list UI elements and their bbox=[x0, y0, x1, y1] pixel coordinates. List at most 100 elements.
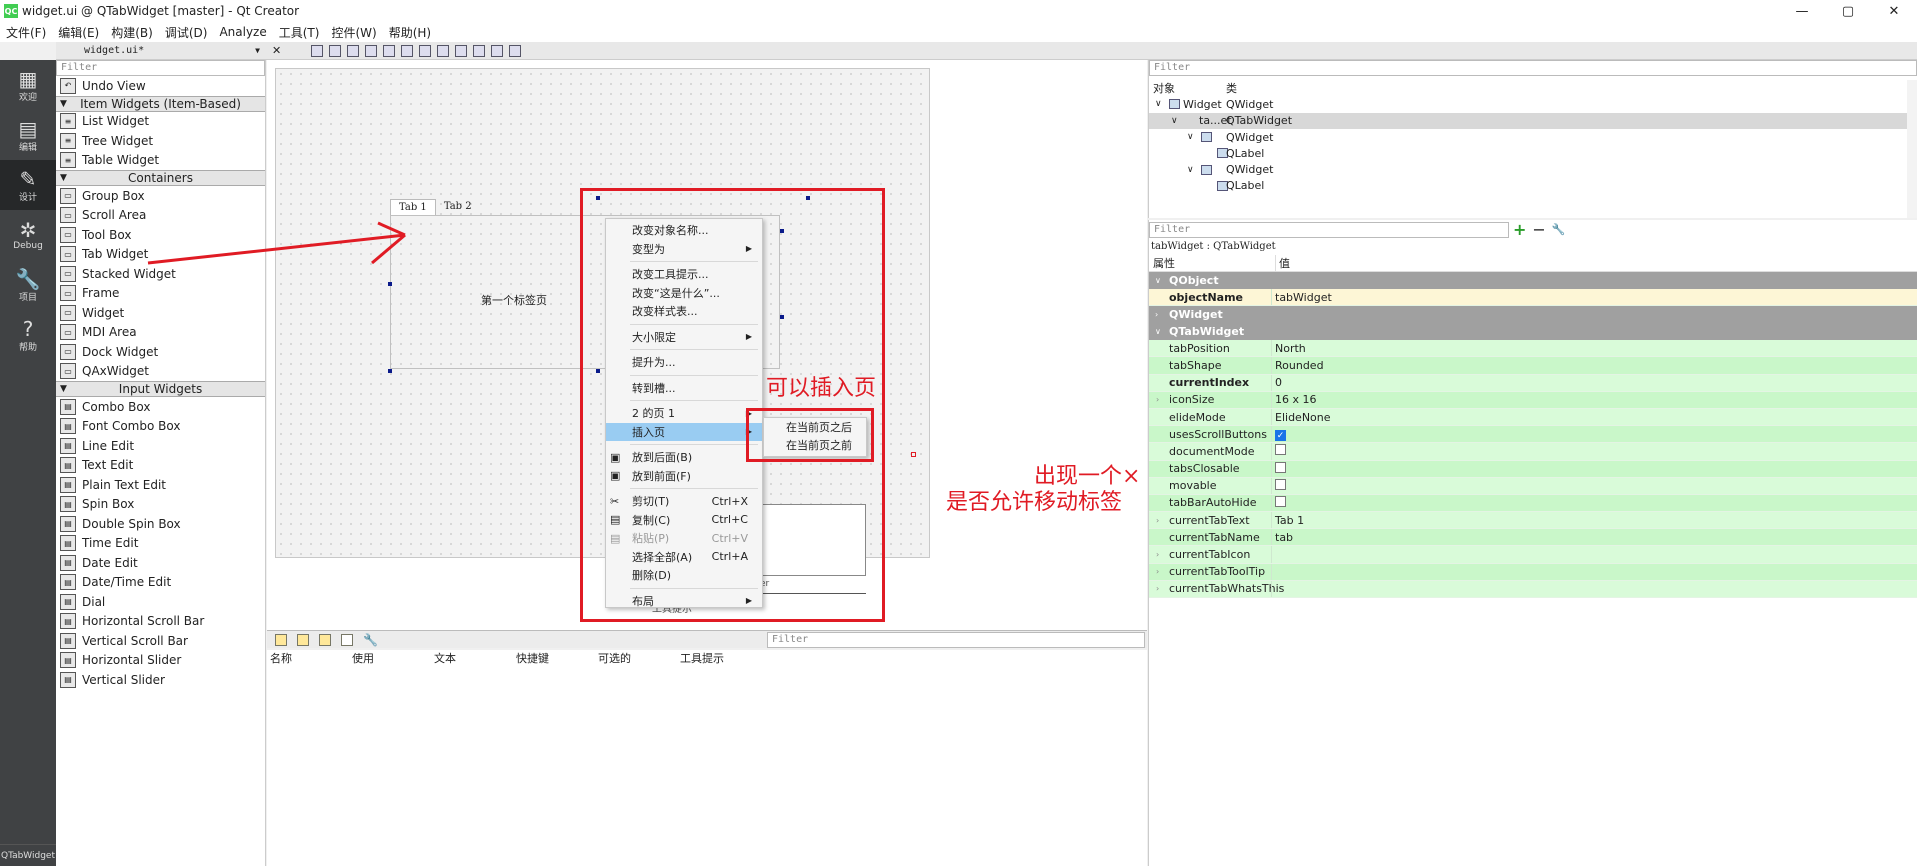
widget-box-item[interactable]: ▭ MDI Area bbox=[56, 323, 265, 343]
widget-box-item[interactable]: ▭ QAxWidget bbox=[56, 362, 265, 382]
property-row-documentMode[interactable]: documentMode bbox=[1149, 443, 1917, 461]
selection-handle[interactable] bbox=[388, 282, 392, 286]
property-row-currentIndex[interactable]: currentIndex 0 bbox=[1149, 374, 1917, 392]
action-column-header[interactable]: 可选的 bbox=[595, 650, 677, 666]
minimize-button[interactable]: — bbox=[1779, 0, 1825, 22]
object-tree-row[interactable]: QLabel bbox=[1149, 145, 1917, 161]
widget-box-item[interactable]: ▤ Line Edit bbox=[56, 436, 265, 456]
property-row-movable[interactable]: movable bbox=[1149, 477, 1917, 495]
property-value[interactable]: North bbox=[1275, 342, 1306, 355]
layout-form-icon[interactable] bbox=[455, 44, 468, 57]
widget-box-item[interactable]: ▭ Dock Widget bbox=[56, 342, 265, 362]
widget-box-item[interactable]: ≡ Tree Widget bbox=[56, 131, 265, 151]
mode-4[interactable]: ✲ Debug bbox=[0, 210, 56, 260]
widget-box-item[interactable]: ▤ Font Combo Box bbox=[56, 417, 265, 437]
checkbox[interactable] bbox=[1275, 461, 1286, 473]
chevron-down-icon[interactable]: ∨ bbox=[1155, 99, 1162, 109]
widget-category[interactable]: ▼ Containers bbox=[56, 170, 265, 186]
object-filter-input[interactable]: Filter bbox=[1149, 60, 1917, 76]
adjust-size-icon[interactable] bbox=[509, 44, 522, 57]
close-window-button[interactable]: ✕ bbox=[1871, 0, 1917, 22]
object-tree-row[interactable]: ∨ ta...et QTabWidget bbox=[1149, 112, 1917, 129]
widget-box-item[interactable]: ▤ Spin Box bbox=[56, 495, 265, 515]
widget-category[interactable]: ▼ Item Widgets (Item-Based) bbox=[56, 95, 265, 112]
layout-grid-icon[interactable] bbox=[473, 44, 486, 57]
property-filter-input[interactable]: Filter bbox=[1149, 221, 1509, 238]
menu-item[interactable]: 工具(T) bbox=[273, 24, 326, 41]
property-group[interactable]: ∨ QObject bbox=[1149, 272, 1917, 289]
property-value[interactable]: 16 x 16 bbox=[1275, 393, 1317, 406]
action-column-header[interactable]: 快捷键 bbox=[513, 650, 595, 666]
property-value[interactable]: tab bbox=[1275, 531, 1293, 544]
checkbox[interactable]: ✓ bbox=[1275, 429, 1286, 441]
layout-splitter-h-icon[interactable] bbox=[419, 44, 432, 57]
widget-box-item[interactable]: ▤ Vertical Scroll Bar bbox=[56, 631, 265, 651]
chevron-down-icon[interactable]: ∨ bbox=[1187, 165, 1194, 175]
edit-tab-order-icon[interactable] bbox=[365, 44, 378, 57]
maximize-button[interactable]: ▢ bbox=[1825, 0, 1871, 22]
chevron-down-icon[interactable]: ∨ bbox=[1187, 132, 1194, 142]
object-tree-row[interactable]: QLabel bbox=[1149, 178, 1917, 194]
chevron-right-icon[interactable]: › bbox=[1156, 395, 1159, 404]
widget-box-item[interactable]: ▭ Widget bbox=[56, 303, 265, 323]
checkbox[interactable] bbox=[1275, 495, 1286, 507]
widget-box-item[interactable]: ▤ Time Edit bbox=[56, 534, 265, 554]
mode-1[interactable]: ▦ 欢迎 bbox=[0, 60, 56, 110]
widget-box-item[interactable]: ▤ Date Edit bbox=[56, 553, 265, 573]
paste-action-icon[interactable] bbox=[319, 633, 331, 646]
property-row-tabBarAutoHide[interactable]: tabBarAutoHide bbox=[1149, 494, 1917, 513]
edit-widgets-icon[interactable] bbox=[311, 44, 324, 57]
widget-box-item[interactable]: ▭ Frame bbox=[56, 284, 265, 304]
copy-action-icon[interactable] bbox=[297, 633, 309, 646]
delete-action-icon[interactable] bbox=[341, 633, 353, 646]
widget-box-item[interactable]: ▤ Double Spin Box bbox=[56, 514, 265, 534]
widget-box-item[interactable]: ▭ Group Box bbox=[56, 186, 265, 206]
property-value[interactable]: Rounded bbox=[1275, 359, 1324, 372]
wrench-icon[interactable]: 🔧 bbox=[363, 633, 378, 647]
property-row-currentTabText[interactable]: › currentTabText Tab 1 bbox=[1149, 512, 1917, 530]
widget-box-item[interactable]: ↶ Undo View bbox=[56, 76, 265, 96]
menu-item[interactable]: 调试(D) bbox=[159, 24, 214, 41]
tab-2[interactable]: Tab 2 bbox=[436, 199, 480, 215]
tab-1[interactable]: Tab 1 bbox=[390, 199, 436, 215]
object-scrollbar[interactable] bbox=[1907, 80, 1917, 218]
chevron-right-icon[interactable]: › bbox=[1156, 516, 1159, 525]
new-action-icon[interactable] bbox=[275, 633, 287, 646]
object-tree-row[interactable]: ∨ QWidget bbox=[1149, 129, 1917, 145]
property-row-elideMode[interactable]: elideMode ElideNone bbox=[1149, 408, 1917, 427]
remove-property-icon[interactable]: − bbox=[1532, 220, 1545, 239]
menu-item[interactable]: 控件(W) bbox=[325, 24, 382, 41]
action-filter-input[interactable]: Filter bbox=[767, 632, 1145, 648]
property-row-currentTabToolTip[interactable]: › currentTabToolTip bbox=[1149, 563, 1917, 581]
widget-box-item[interactable]: ▤ Plain Text Edit bbox=[56, 475, 265, 495]
property-row-currentTabName[interactable]: currentTabName tab bbox=[1149, 529, 1917, 547]
layout-horizontal-icon[interactable] bbox=[383, 44, 396, 57]
action-column-header[interactable]: 工具提示 bbox=[677, 650, 759, 666]
property-row-objectName[interactable]: objectName tabWidget bbox=[1149, 289, 1917, 307]
object-tree-row[interactable]: ∨ Widget QWidget bbox=[1149, 96, 1917, 112]
edit-signals-icon[interactable] bbox=[329, 44, 342, 57]
checkbox[interactable] bbox=[1275, 444, 1286, 456]
layout-splitter-v-icon[interactable] bbox=[437, 44, 450, 57]
widget-box-item[interactable]: ≡ Table Widget bbox=[56, 151, 265, 171]
chevron-right-icon[interactable]: › bbox=[1156, 550, 1159, 559]
menu-item[interactable]: 帮助(H) bbox=[383, 24, 437, 41]
property-value[interactable]: tabWidget bbox=[1275, 291, 1332, 304]
widget-box-item[interactable]: ▤ Date/Time Edit bbox=[56, 573, 265, 593]
property-row-currentTabWhatsThis[interactable]: › currentTabWhatsThis bbox=[1149, 580, 1917, 598]
close-document-button[interactable]: ✕ bbox=[272, 44, 281, 57]
add-property-icon[interactable]: + bbox=[1513, 220, 1526, 239]
widget-box-item[interactable]: ▤ Dial bbox=[56, 592, 265, 612]
form-resize-handle[interactable] bbox=[911, 452, 916, 457]
property-row-tabsClosable[interactable]: tabsClosable bbox=[1149, 460, 1917, 478]
action-column-header[interactable]: 使用 bbox=[349, 650, 431, 666]
menu-item[interactable]: 文件(F) bbox=[0, 24, 52, 41]
checkbox[interactable] bbox=[1275, 478, 1286, 490]
mode-6[interactable]: ? 帮助 bbox=[0, 310, 56, 360]
mode-2[interactable]: ▤ 编辑 bbox=[0, 110, 56, 160]
edit-buddies-icon[interactable] bbox=[347, 44, 360, 57]
widget-filter-input[interactable]: Filter bbox=[56, 60, 265, 76]
chevron-right-icon[interactable]: › bbox=[1156, 567, 1159, 576]
object-tree-row[interactable]: ∨ QWidget bbox=[1149, 161, 1917, 177]
menu-item[interactable]: 编辑(E) bbox=[52, 24, 105, 41]
